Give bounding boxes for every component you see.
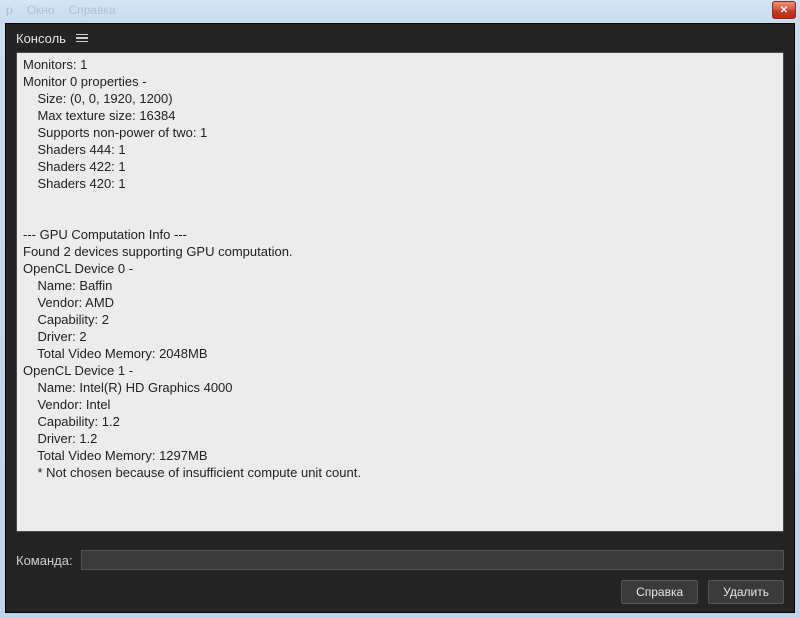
command-row: Команда: — [16, 548, 784, 572]
close-button[interactable]: ✕ — [772, 1, 796, 19]
help-button[interactable]: Справка — [621, 580, 698, 604]
command-input[interactable] — [81, 550, 784, 570]
clear-button[interactable]: Удалить — [708, 580, 784, 604]
panel-title: Консоль — [16, 31, 66, 46]
outer-menubar: р Окно Справка — [6, 3, 116, 17]
outer-menu-item[interactable]: Окно — [27, 3, 55, 17]
outer-menu-item[interactable]: р — [6, 3, 13, 17]
outer-menu-item[interactable]: Справка — [69, 3, 116, 17]
console-output[interactable]: Monitors: 1 Monitor 0 properties - Size:… — [16, 52, 784, 532]
close-icon: ✕ — [780, 5, 788, 16]
outer-window: р Окно Справка ✕ Консоль Monitors: 1 Mon… — [0, 0, 800, 618]
command-label: Команда: — [16, 553, 73, 568]
console-panel: Консоль Monitors: 1 Monitor 0 properties… — [5, 23, 795, 613]
console-output-wrap: Monitors: 1 Monitor 0 properties - Size:… — [16, 52, 784, 532]
panel-titlebar: Консоль — [6, 24, 794, 52]
button-row: Справка Удалить — [621, 580, 784, 604]
hamburger-icon[interactable] — [76, 34, 88, 43]
